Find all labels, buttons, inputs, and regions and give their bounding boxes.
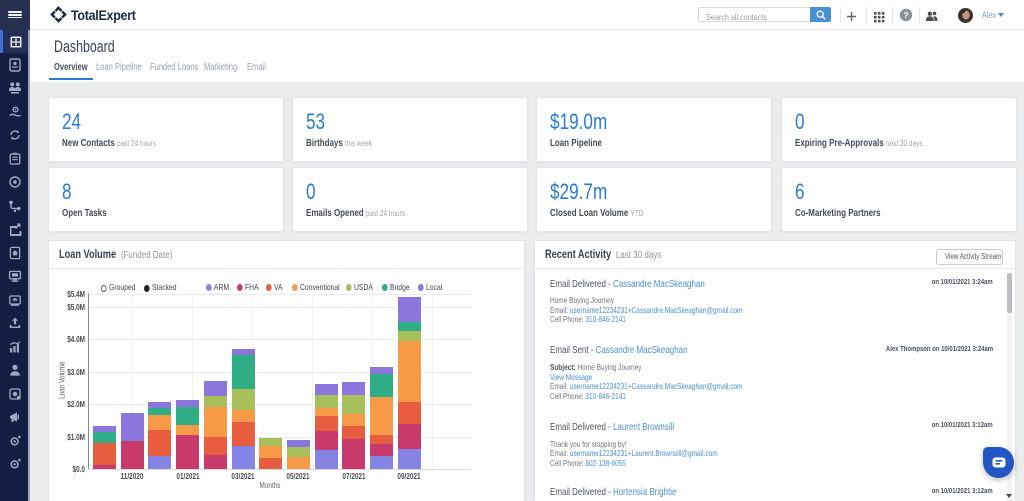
svg-text:?: ? xyxy=(903,10,908,20)
